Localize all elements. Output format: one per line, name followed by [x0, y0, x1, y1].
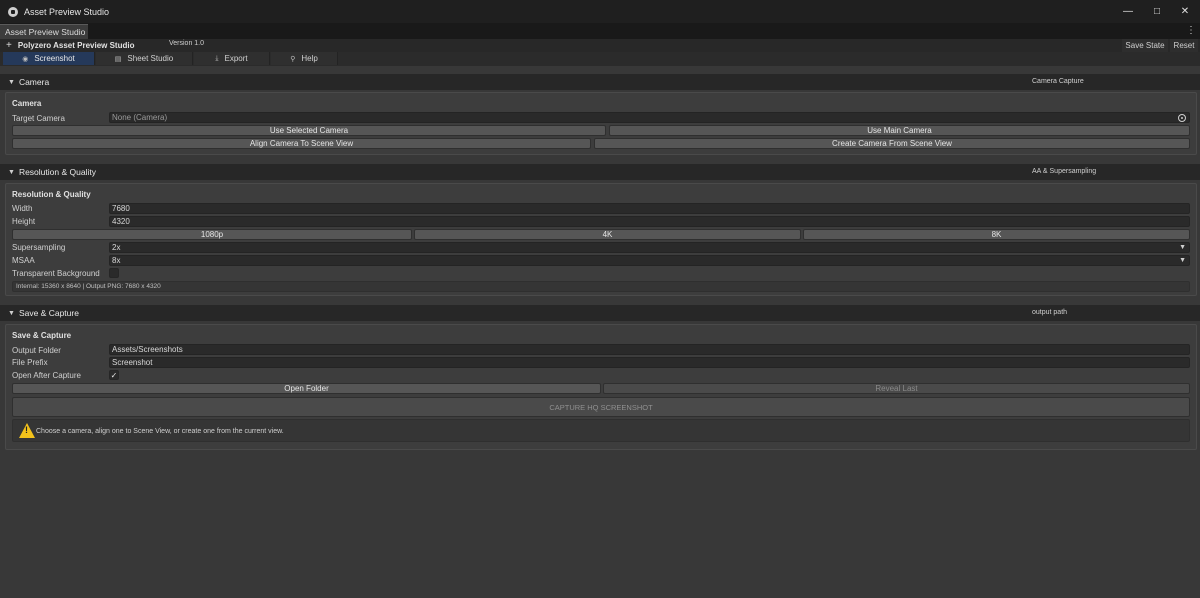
section-title: Camera: [18, 77, 50, 87]
reveal-last-button[interactable]: Reveal Last: [603, 383, 1190, 394]
window-title: Asset Preview Studio: [24, 6, 110, 17]
open-after-capture-checkbox[interactable]: ✓: [109, 370, 119, 380]
supersampling-value: 2x: [112, 243, 121, 252]
help-box: ! Choose a camera, align one to Scene Vi…: [12, 419, 1190, 442]
panel-title: Camera: [12, 99, 42, 108]
minimize-icon[interactable]: —: [1114, 0, 1142, 23]
msaa-dropdown[interactable]: 8x ▼: [109, 255, 1190, 266]
tab-strip: [0, 23, 1200, 39]
width-field[interactable]: 7680: [109, 203, 1190, 214]
section-subtitle: output path: [1032, 309, 1068, 316]
section-subtitle: Camera Capture: [1032, 78, 1084, 85]
reset-button[interactable]: Reset: [1170, 39, 1198, 52]
file-prefix-field[interactable]: Screenshot: [109, 357, 1190, 368]
tab-screenshot[interactable]: ◉ Screenshot: [3, 52, 95, 65]
sheet-icon: ▤: [114, 55, 122, 63]
brand-title: Polyzero Asset Preview Studio: [17, 41, 135, 50]
tab-label: Screenshot: [34, 54, 75, 63]
file-prefix-label: File Prefix: [12, 358, 48, 367]
preset-8k-button[interactable]: 8K: [803, 229, 1190, 240]
help-bulb-icon: ⚲: [290, 55, 296, 63]
preset-1080p-button[interactable]: 1080p: [12, 229, 412, 240]
tab-label: Help: [301, 54, 318, 63]
tab-export[interactable]: ⤓ Export: [194, 52, 270, 65]
collapse-arrow-icon: ▼: [8, 309, 15, 317]
msaa-value: 8x: [112, 256, 121, 265]
preset-4k-button[interactable]: 4K: [414, 229, 801, 240]
section-subtitle: AA & Supersampling: [1032, 168, 1097, 175]
object-picker-icon[interactable]: [1178, 114, 1186, 122]
section-camera-header[interactable]: ▼ Camera Camera Capture: [0, 74, 1200, 90]
align-camera-button[interactable]: Align Camera To Scene View: [12, 138, 591, 149]
supersampling-label: Supersampling: [12, 243, 66, 252]
export-icon: ⤓: [215, 54, 219, 62]
width-label: Width: [12, 204, 33, 213]
collapse-arrow-icon: ▼: [8, 78, 15, 86]
save-state-button[interactable]: Save State: [1122, 39, 1168, 52]
maximize-icon[interactable]: □: [1143, 0, 1171, 23]
target-camera-value: None (Camera): [112, 113, 168, 122]
chevron-down-icon: ▼: [1179, 244, 1186, 251]
output-folder-label: Output Folder: [12, 346, 61, 355]
panel-title: Resolution & Quality: [12, 190, 91, 199]
height-label: Height: [12, 217, 36, 226]
transparent-background-checkbox[interactable]: [109, 268, 119, 278]
tab-label: Sheet Studio: [127, 54, 174, 63]
section-title: Save & Capture: [18, 308, 79, 318]
output-folder-field[interactable]: Assets/Screenshots: [109, 344, 1190, 355]
tab-help[interactable]: ⚲ Help: [271, 52, 338, 65]
help-text: Choose a camera, align one to Scene View…: [36, 428, 284, 435]
supersampling-dropdown[interactable]: 2x ▼: [109, 242, 1190, 253]
section-resolution-header[interactable]: ▼ Resolution & Quality AA & Supersamplin…: [0, 164, 1200, 180]
section-title: Resolution & Quality: [18, 167, 96, 177]
panel-title: Save & Capture: [12, 331, 72, 340]
version-label: Version 1.0: [169, 40, 205, 47]
create-camera-button[interactable]: Create Camera From Scene View: [594, 138, 1190, 149]
tab-sheet-studio[interactable]: ▤ Sheet Studio: [96, 52, 193, 65]
height-field[interactable]: 4320: [109, 216, 1190, 227]
open-folder-button[interactable]: Open Folder: [12, 383, 601, 394]
collapse-arrow-icon: ▼: [8, 168, 15, 176]
target-camera-field[interactable]: None (Camera): [109, 112, 1190, 123]
use-main-camera-button[interactable]: Use Main Camera: [609, 125, 1190, 136]
more-options-icon[interactable]: ⋮: [1186, 25, 1196, 36]
title-bar: Asset Preview Studio — □ ✕: [0, 0, 1200, 23]
chevron-down-icon: ▼: [1179, 257, 1186, 264]
tab-asset-preview-studio[interactable]: Asset Preview Studio: [0, 24, 88, 39]
toolbar-header: + Polyzero Asset Preview Studio Version …: [0, 39, 1200, 52]
camera-icon: ◉: [22, 55, 29, 63]
tab-label: Export: [224, 54, 248, 63]
close-icon[interactable]: ✕: [1171, 0, 1199, 23]
section-save-header[interactable]: ▼ Save & Capture output path: [0, 305, 1200, 321]
open-after-capture-label: Open After Capture: [12, 371, 81, 380]
capture-hq-screenshot-button[interactable]: CAPTURE HQ SCREENSHOT: [12, 397, 1190, 417]
transparent-background-label: Transparent Background: [12, 269, 100, 278]
resolution-info: Internal: 15360 x 8640 | Output PNG: 768…: [12, 281, 1190, 292]
app-logo-icon: [8, 6, 18, 17]
use-selected-camera-button[interactable]: Use Selected Camera: [12, 125, 606, 136]
target-camera-label: Target Camera: [12, 114, 65, 123]
warning-mark: !: [25, 425, 28, 435]
add-icon[interactable]: +: [6, 40, 12, 51]
msaa-label: MSAA: [12, 256, 35, 265]
